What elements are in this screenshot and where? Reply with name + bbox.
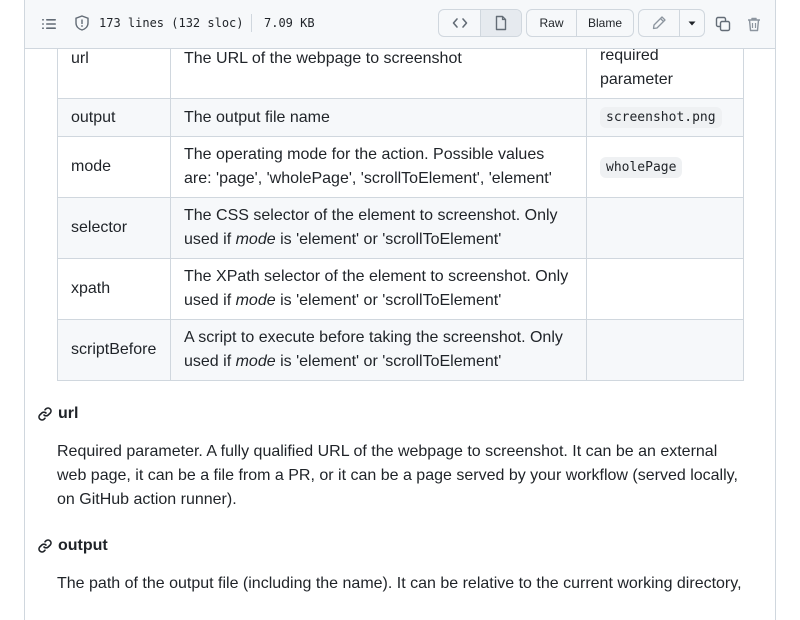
param-description: The CSS selector of the element to scree… — [170, 197, 587, 259]
link-icon[interactable] — [37, 538, 53, 554]
raw-button[interactable]: Raw — [527, 10, 576, 36]
description-text: is 'element' or 'scrollToElement' — [275, 292, 502, 309]
description-text: is 'element' or 'scrollToElement' — [275, 231, 502, 248]
meta-divider — [251, 14, 252, 32]
edit-button[interactable] — [639, 10, 679, 36]
table-row: mode The operating mode for the action. … — [57, 136, 744, 198]
table-row: output The output file name screenshot.p… — [57, 98, 744, 137]
param-default — [586, 319, 744, 381]
table-row: xpath The XPath selector of the element … — [57, 258, 744, 320]
description-emphasis: mode — [235, 292, 276, 309]
param-name: output — [57, 98, 171, 137]
line-count: 173 lines (132 sloc) — [99, 16, 244, 30]
section-heading-label: url — [58, 405, 79, 422]
trash-icon[interactable] — [744, 14, 764, 34]
parameters-table: url The URL of the webpage to screenshot… — [57, 18, 744, 381]
section-heading-url: url — [37, 405, 78, 423]
pencil-icon — [653, 16, 666, 30]
list-icon[interactable] — [39, 14, 59, 34]
raw-blame-group: Raw Blame — [526, 9, 634, 37]
file-header: 173 lines (132 sloc) 7.09 KB Raw Blame — [25, 0, 775, 49]
param-name: selector — [57, 197, 171, 259]
blame-button[interactable]: Blame — [576, 10, 633, 36]
preview-view-button[interactable] — [480, 10, 521, 36]
table-row: scriptBefore A script to execute before … — [57, 319, 744, 381]
section-heading-label: output — [58, 537, 108, 554]
default-value-code: screenshot.png — [600, 107, 722, 128]
caret-down-icon — [688, 21, 696, 26]
param-default: screenshot.png — [586, 98, 744, 137]
param-name: scriptBefore — [57, 319, 171, 381]
copy-icon[interactable] — [713, 14, 733, 34]
link-icon[interactable] — [37, 406, 53, 422]
code-view-button[interactable] — [439, 10, 480, 36]
param-name: xpath — [57, 258, 171, 320]
edit-group — [638, 9, 705, 37]
param-description: The operating mode for the action. Possi… — [170, 136, 587, 198]
default-value-code: wholePage — [600, 156, 683, 178]
param-default — [586, 258, 744, 320]
param-description: The output file name — [170, 98, 587, 137]
description-emphasis: mode — [235, 353, 276, 370]
table-row: selector The CSS selector of the element… — [57, 197, 744, 259]
param-default — [586, 197, 744, 259]
file-size: 7.09 KB — [264, 16, 315, 30]
param-description: The XPath selector of the element to scr… — [170, 258, 587, 320]
edit-dropdown-button[interactable] — [679, 10, 704, 36]
file-icon — [495, 15, 507, 31]
file-viewer: url The URL of the webpage to screenshot… — [24, 0, 776, 620]
section-heading-output: output — [37, 537, 108, 555]
description-text: is 'element' or 'scrollToElement' — [275, 353, 502, 370]
param-description: A script to execute before taking the sc… — [170, 319, 587, 381]
description-emphasis: mode — [235, 231, 276, 248]
code-icon — [452, 18, 467, 28]
param-default: wholePage — [586, 136, 744, 198]
param-name: mode — [57, 136, 171, 198]
section-paragraph: Required parameter. A fully qualified UR… — [57, 443, 738, 508]
view-toggle — [438, 9, 522, 37]
section-paragraph: The path of the output file (including t… — [57, 575, 742, 592]
shield-icon — [73, 14, 91, 32]
